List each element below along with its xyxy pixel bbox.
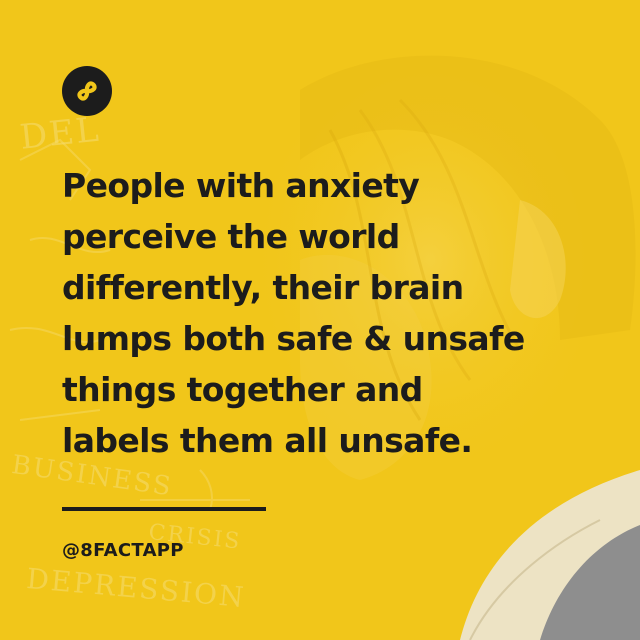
fact-card: DEL BUSINESS CRISIS DEPRESSION People wi… — [0, 0, 640, 640]
fact-line: perceive the world — [62, 217, 400, 256]
fact-line: People with anxiety — [62, 166, 420, 205]
fact-line: things together and — [62, 370, 423, 409]
brand-logo — [62, 66, 112, 116]
fact-line: lumps both safe & unsafe — [62, 319, 525, 358]
infinity-eight-icon — [77, 81, 97, 101]
fact-line: differently, their brain — [62, 268, 464, 307]
fact-line: labels them all unsafe. — [62, 421, 473, 460]
fact-text: People with anxiety perceive the world d… — [62, 160, 582, 466]
brand-handle: @8FACTAPP — [62, 540, 184, 561]
background-scribble: DEPRESSION — [25, 562, 247, 615]
divider — [62, 507, 266, 511]
background-scribble: DEL — [18, 109, 103, 158]
